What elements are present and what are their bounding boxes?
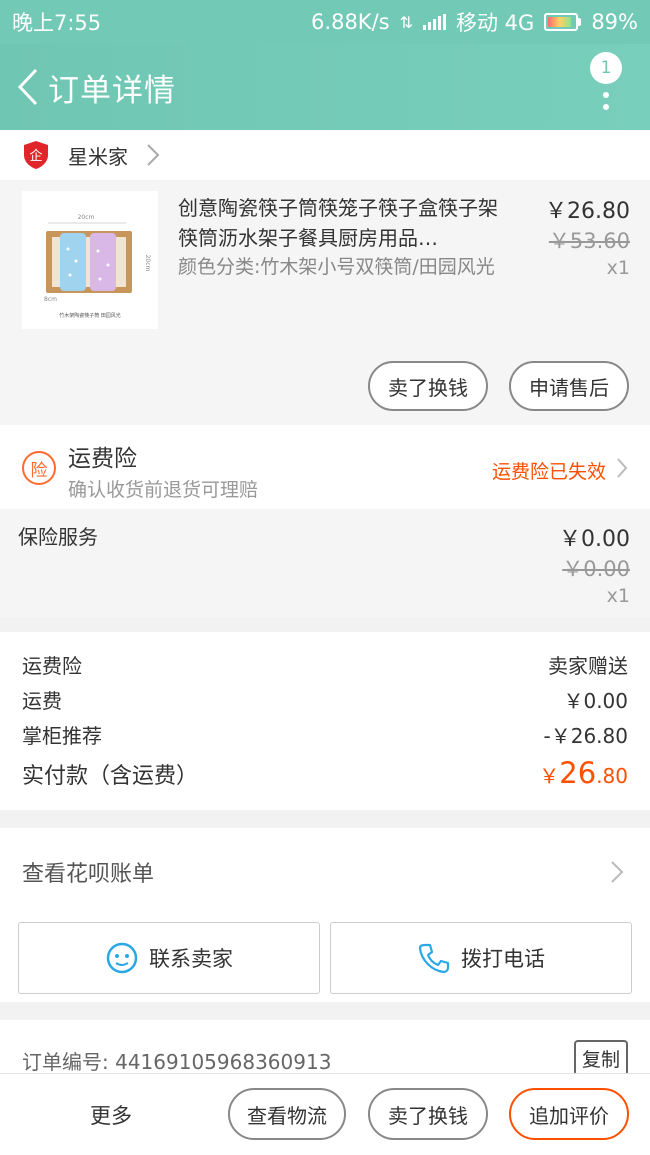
service-quantity: x1 <box>606 585 630 607</box>
more-button[interactable]: 更多 <box>90 1100 132 1130</box>
insurance-icon: 险 <box>22 451 56 485</box>
contact-seller-label: 联系卖家 <box>149 947 233 971</box>
product-original-price: ￥53.60 <box>548 229 630 253</box>
phone-icon <box>418 943 450 974</box>
insurance-subtitle: 确认收货前退货可理赔 <box>68 479 259 501</box>
nav-bar: 订单详情 1 <box>0 44 650 130</box>
add-review-button[interactable]: 追加评价 <box>509 1088 629 1140</box>
huabei-bill-row[interactable]: 查看花呗账单 <box>0 828 650 916</box>
status-time: 晚上7:55 <box>12 11 102 35</box>
battery-percent: 89% <box>591 10 638 34</box>
chevron-right-icon <box>147 144 160 166</box>
thumb-caption: 竹木架陶瓷筷子筒 田园风光 <box>59 312 121 319</box>
product-thumbnail[interactable]: 20cm 20cm 8cm 竹木架陶瓷筷子筒 田园风光 <box>22 191 158 329</box>
more-dots-icon <box>588 92 624 110</box>
product-item[interactable]: 20cm 20cm 8cm 竹木架陶瓷筷子筒 田园风光 创意陶瓷筷子筒筷笼子筷子… <box>0 181 650 425</box>
total-currency: ￥ <box>539 764 560 788</box>
signal-icon <box>423 14 446 30</box>
insurance-status: 运费险已失效 <box>491 461 606 483</box>
summary-label: 掌柜推荐 <box>22 724 102 748</box>
product-price: ￥26.80 <box>545 199 630 224</box>
insurance-title: 运费险 <box>68 446 137 472</box>
sell-for-cash-button[interactable]: 卖了换钱 <box>368 1088 488 1140</box>
bottom-action-bar: 更多 查看物流 卖了换钱 追加评价 <box>0 1073 650 1155</box>
carrier-label: 移动 4G <box>456 11 535 35</box>
order-number-row: 订单编号: 44169105968360913 复制 <box>0 1020 650 1080</box>
call-phone-label: 拨打电话 <box>461 947 545 971</box>
summary-row: 运费 ￥0.00 <box>22 685 628 714</box>
dim-depth-label: 8cm <box>44 296 57 303</box>
summary-total-row: 实付款（含运费） ￥26.80 <box>22 756 628 790</box>
sell-for-cash-button[interactable]: 卖了换钱 <box>368 361 488 411</box>
shipping-insurance-row[interactable]: 险 运费险 确认收货前退货可理赔 运费险已失效 <box>0 425 650 509</box>
after-sale-button[interactable]: 申请售后 <box>509 361 629 411</box>
total-amount: ￥26.80 <box>539 756 628 790</box>
chevron-right-icon <box>617 458 628 478</box>
summary-row: 运费险 卖家赠送 <box>22 650 628 679</box>
total-decimal: .80 <box>596 764 628 788</box>
svg-text:企: 企 <box>29 148 42 164</box>
product-title[interactable]: 创意陶瓷筷子筒筷笼子筷子盒筷子架筷筒沥水架子餐具厨房用品… <box>178 193 508 253</box>
total-label: 实付款（含运费） <box>22 764 199 789</box>
order-number: 订单编号: 44169105968360913 <box>22 1050 332 1074</box>
service-original-price: ￥0.00 <box>562 557 630 581</box>
status-right: 6.88K/s ⇅ 移动 4G 89% <box>311 7 638 37</box>
summary-row: 掌柜推荐 -￥26.80 <box>22 720 628 749</box>
total-integer: 26 <box>559 756 597 790</box>
huabei-label: 查看花呗账单 <box>22 862 155 887</box>
summary-value: ￥0.00 <box>563 689 628 713</box>
call-phone-button[interactable]: 拨打电话 <box>330 922 632 994</box>
summary-value: -￥26.80 <box>543 724 628 748</box>
price-summary: 运费险 卖家赠送 运费 ￥0.00 掌柜推荐 -￥26.80 实付款（含运费） … <box>0 632 650 810</box>
status-bar: 晚上7:55 6.88K/s ⇅ 移动 4G 89% <box>0 0 650 44</box>
data-transfer-icon: ⇅ <box>399 12 413 32</box>
service-price: ￥0.00 <box>559 527 630 552</box>
network-speed: 6.88K/s <box>311 10 390 34</box>
product-image: 20cm 20cm 8cm 竹木架陶瓷筷子筒 田园风光 <box>44 214 151 319</box>
summary-label: 运费险 <box>22 654 82 678</box>
enterprise-shield-icon: 企 <box>24 141 48 169</box>
message-badge: 1 <box>590 52 622 84</box>
dim-height-label: 20cm <box>144 255 151 272</box>
summary-label: 运费 <box>22 689 62 713</box>
insurance-service-item: 保险服务 ￥0.00 ￥0.00 x1 <box>0 509 650 617</box>
copy-button[interactable]: 复制 <box>574 1040 628 1076</box>
page-title: 订单详情 <box>48 72 176 109</box>
battery-icon <box>544 13 582 31</box>
contact-bar: 联系卖家 拨打电话 <box>0 916 650 1002</box>
chat-bubble-icon <box>106 942 138 974</box>
chevron-left-icon <box>17 68 38 106</box>
shop-row[interactable]: 企 星米家 <box>0 130 650 180</box>
contact-seller-button[interactable]: 联系卖家 <box>18 922 320 994</box>
chevron-right-icon <box>611 861 624 883</box>
view-logistics-button[interactable]: 查看物流 <box>228 1088 346 1140</box>
product-spec: 颜色分类:竹木架小号双筷筒/田园风光 <box>178 256 495 278</box>
summary-value: 卖家赠送 <box>548 654 628 678</box>
shop-name: 星米家 <box>68 144 128 169</box>
service-title: 保险服务 <box>18 525 98 549</box>
dim-width-label: 20cm <box>78 214 95 221</box>
back-button[interactable] <box>8 44 48 130</box>
more-menu-button[interactable]: 1 <box>588 52 624 122</box>
product-quantity: x1 <box>606 257 630 279</box>
